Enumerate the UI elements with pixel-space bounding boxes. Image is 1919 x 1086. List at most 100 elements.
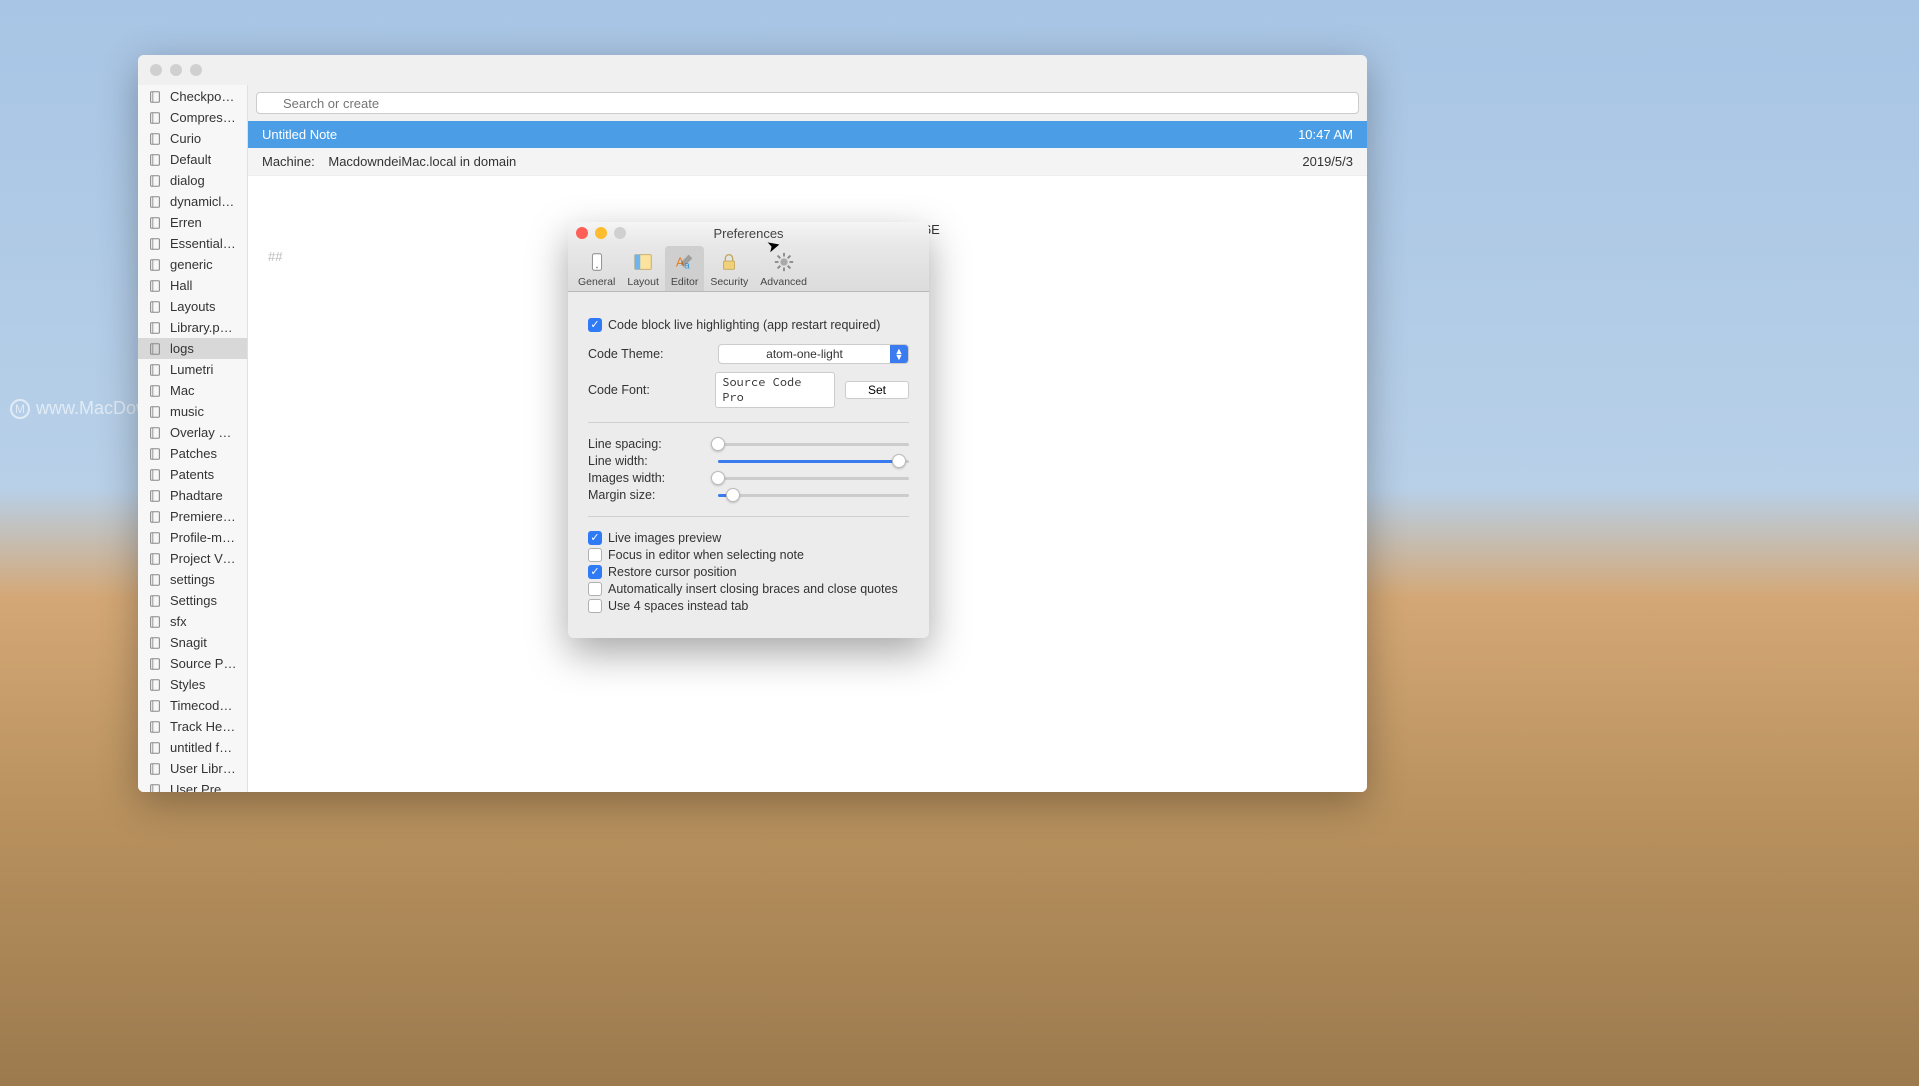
prefs-close-button[interactable]: [576, 227, 588, 239]
sidebar-item[interactable]: Project View...: [138, 548, 247, 569]
sidebar-item[interactable]: Compressed...: [138, 107, 247, 128]
slider-thumb[interactable]: [711, 437, 725, 451]
checkbox[interactable]: ✓: [588, 565, 602, 579]
sidebar-item[interactable]: Lumetri: [138, 359, 247, 380]
sidebar-item-label: Project View...: [170, 551, 237, 566]
sidebar-item-label: Source Patc...: [170, 656, 237, 671]
notebook-icon: [148, 363, 162, 377]
sidebar-item-label: Patches: [170, 446, 217, 461]
sidebar-item[interactable]: settings: [138, 569, 247, 590]
prefs-content: ✓ Code block live highlighting (app rest…: [568, 292, 929, 638]
sidebar-item[interactable]: untitled folder: [138, 737, 247, 758]
sidebar-item[interactable]: logs: [138, 338, 247, 359]
sidebar-item[interactable]: Layouts: [138, 296, 247, 317]
sidebar-item-label: settings: [170, 572, 215, 587]
notebook-icon: [148, 594, 162, 608]
slider[interactable]: [718, 494, 909, 497]
sidebar-item[interactable]: Checkpoints: [138, 86, 247, 107]
notebook-icon: [148, 405, 162, 419]
sidebar-item[interactable]: Settings: [138, 590, 247, 611]
notebook-icon: [148, 741, 162, 755]
sidebar-item-label: Premiere Pro: [170, 509, 237, 524]
sidebar-item-label: Hall: [170, 278, 192, 293]
sidebar-item[interactable]: Patches: [138, 443, 247, 464]
sidebar-item[interactable]: Hall: [138, 275, 247, 296]
prefs-tab-security[interactable]: Security: [704, 246, 754, 291]
sidebar-item[interactable]: User Presets: [138, 779, 247, 792]
sidebar-item[interactable]: EssentialSo...: [138, 233, 247, 254]
notebook-icon: [148, 321, 162, 335]
maximize-button[interactable]: [190, 64, 202, 76]
notebook-icon: [148, 384, 162, 398]
sidebar-item-label: Track Heigh...: [170, 719, 237, 734]
set-font-button[interactable]: Set: [845, 381, 909, 399]
code-theme-select[interactable]: atom-one-light ▲▼: [718, 344, 909, 364]
notebook-icon: [148, 195, 162, 209]
search-input[interactable]: [256, 92, 1359, 114]
sidebar-item[interactable]: Source Patc...: [138, 653, 247, 674]
checkbox-label: Use 4 spaces instead tab: [608, 599, 748, 613]
sidebar-item[interactable]: Curio: [138, 128, 247, 149]
sidebar-item[interactable]: Overlay Pres...: [138, 422, 247, 443]
sidebar-item[interactable]: dynamiclink...: [138, 191, 247, 212]
notebook-icon: [148, 531, 162, 545]
notebook-icon: [148, 132, 162, 146]
sidebar-item[interactable]: User Libraries: [138, 758, 247, 779]
sidebar-item-label: Snagit: [170, 635, 207, 650]
slider[interactable]: [718, 443, 909, 446]
checkbox[interactable]: ✓: [588, 531, 602, 545]
sidebar-item-label: Overlay Pres...: [170, 425, 237, 440]
prefs-tab-layout[interactable]: Layout: [621, 246, 665, 291]
sidebar-item[interactable]: Erren: [138, 212, 247, 233]
traffic-lights: [150, 64, 202, 76]
notebook-icon: [148, 237, 162, 251]
prefs-tab-editor[interactable]: AaEditor: [665, 246, 704, 291]
prefs-tab-advanced[interactable]: Advanced: [754, 246, 813, 291]
notebook-icon: [148, 552, 162, 566]
sidebar-item[interactable]: Patents: [138, 464, 247, 485]
slider[interactable]: [718, 477, 909, 480]
notebook-icon: [148, 153, 162, 167]
sidebar-item[interactable]: Library.pape...: [138, 317, 247, 338]
slider-label: Images width:: [588, 471, 718, 485]
sidebar[interactable]: Checkpoints Compressed...CurioDefaultdial…: [138, 85, 248, 792]
code-font-label: Code Font:: [588, 383, 715, 397]
sidebar-item[interactable]: Mac: [138, 380, 247, 401]
sidebar-item[interactable]: Styles: [138, 674, 247, 695]
sidebar-item[interactable]: sfx: [138, 611, 247, 632]
slider-thumb[interactable]: [711, 471, 725, 485]
prefs-tab-label: Editor: [671, 276, 698, 288]
sidebar-item[interactable]: Profile-mac...: [138, 527, 247, 548]
slider-label: Margin size:: [588, 488, 718, 502]
prefs-titlebar[interactable]: Preferences: [568, 222, 929, 244]
checkbox[interactable]: [588, 548, 602, 562]
minimize-button[interactable]: [170, 64, 182, 76]
prefs-tab-label: Advanced: [760, 276, 807, 288]
sidebar-item[interactable]: dialog: [138, 170, 247, 191]
note-header[interactable]: Untitled Note 10:47 AM: [248, 121, 1367, 148]
code-highlight-checkbox[interactable]: ✓: [588, 318, 602, 332]
sidebar-item-label: Checkpoints: [170, 89, 237, 104]
prefs-tab-general[interactable]: General: [572, 246, 621, 291]
sidebar-item[interactable]: generic: [138, 254, 247, 275]
code-theme-value: atom-one-light: [719, 347, 890, 361]
sidebar-item-label: User Libraries: [170, 761, 237, 776]
slider-thumb[interactable]: [726, 488, 740, 502]
checkbox-label: Restore cursor position: [608, 565, 737, 579]
prefs-minimize-button[interactable]: [595, 227, 607, 239]
notebook-icon: [148, 678, 162, 692]
close-button[interactable]: [150, 64, 162, 76]
checkbox[interactable]: [588, 599, 602, 613]
sidebar-item[interactable]: Default: [138, 149, 247, 170]
sidebar-item[interactable]: music: [138, 401, 247, 422]
slider-thumb[interactable]: [892, 454, 906, 468]
notebook-icon: [148, 657, 162, 671]
sidebar-item[interactable]: Track Heigh...: [138, 716, 247, 737]
sidebar-item[interactable]: Snagit: [138, 632, 247, 653]
watermark-icon: M: [10, 399, 30, 419]
sidebar-item[interactable]: Premiere Pro: [138, 506, 247, 527]
slider[interactable]: [718, 460, 909, 463]
checkbox[interactable]: [588, 582, 602, 596]
sidebar-item[interactable]: Phadtare: [138, 485, 247, 506]
sidebar-item[interactable]: Timecode Pr...: [138, 695, 247, 716]
